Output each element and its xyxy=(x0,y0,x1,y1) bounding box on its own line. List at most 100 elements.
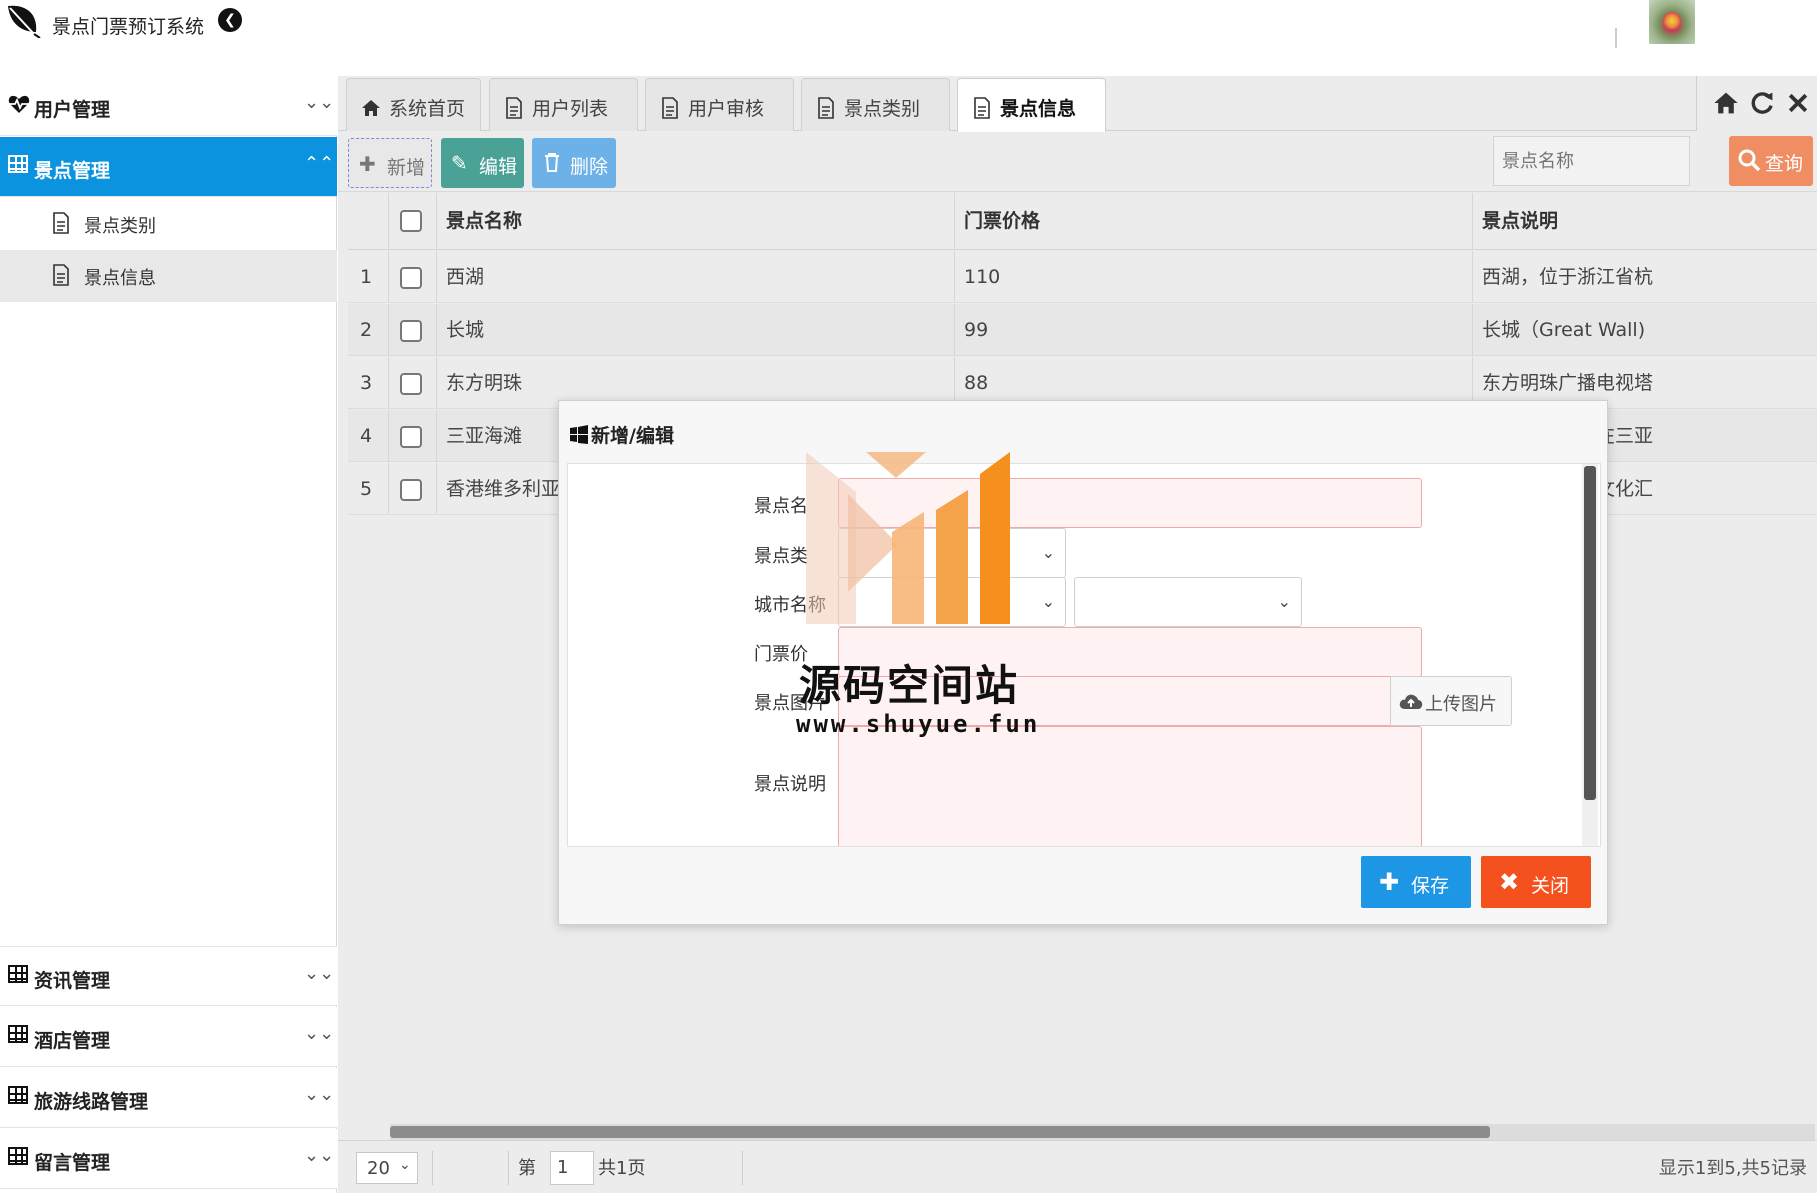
table-grid-icon xyxy=(8,965,28,983)
sidebar-collapse-icon[interactable]: ❮ xyxy=(218,8,242,32)
edit-dialog: 新增/编辑 景点名 景点类 ⌄ 城市名称 ⌄ ⌄ 门票价 景点图片 上传图片 景… xyxy=(558,400,1608,925)
home-icon[interactable] xyxy=(1713,90,1739,116)
watermark-text: 源码空间站 xyxy=(799,661,1020,710)
search-icon xyxy=(1738,149,1761,172)
pagination-bar: 20 ⌄ 第 1 共1页 显示1到5,共5记录 xyxy=(338,1140,1817,1193)
close-icon: ✖ xyxy=(1499,868,1520,896)
sidebar-group-news-management[interactable]: 资讯管理 ⌄⌄ xyxy=(0,946,337,1006)
upload-image-button[interactable]: 上传图片 xyxy=(1390,676,1512,726)
column-header-name[interactable]: 景点名称 xyxy=(446,193,522,249)
row-checkbox[interactable] xyxy=(400,426,422,448)
table-grid-icon xyxy=(8,155,28,173)
row-number: 3 xyxy=(360,372,373,394)
sidebar-group-label: 景点管理 xyxy=(34,160,111,182)
row-number: 1 xyxy=(360,266,373,288)
horizontal-scrollbar[interactable] xyxy=(390,1124,1815,1140)
page-number-input[interactable]: 1 xyxy=(550,1151,594,1185)
watermark-url: www.shuyue.fun xyxy=(796,710,1041,738)
dialog-title-text: 新增/编辑 xyxy=(591,425,674,447)
dialog-title: 新增/编辑 xyxy=(569,421,674,448)
city-select[interactable]: ⌄ xyxy=(1074,577,1302,627)
sidebar: 用户管理 ⌄⌄ 景点管理 ⌃⌃ 景点类别 景点信息 资讯管理 ⌄⌄ 酒店管理 ⌄… xyxy=(0,76,337,1193)
tab-home[interactable]: 系统首页 xyxy=(346,78,481,131)
add-button[interactable]: ✚ 新增 xyxy=(348,138,432,188)
tab-label: 景点类别 xyxy=(844,98,921,120)
dialog-form: 景点名 景点类 ⌄ 城市名称 ⌄ ⌄ 门票价 景点图片 上传图片 景点说明 xyxy=(567,463,1601,847)
sidebar-group-label: 资讯管理 xyxy=(34,970,111,992)
close-icon[interactable] xyxy=(1785,90,1811,116)
plus-icon: ✚ xyxy=(1379,868,1400,896)
save-button-label: 保存 xyxy=(1411,875,1450,897)
chevron-double-down-icon: ⌄⌄ xyxy=(304,1145,335,1166)
column-header-desc[interactable]: 景点说明 xyxy=(1482,193,1558,249)
row-number: 2 xyxy=(360,319,373,341)
tab-label: 用户审核 xyxy=(688,98,765,120)
chevron-down-icon: ⌄ xyxy=(399,1157,411,1173)
pencil-icon: ✎ xyxy=(451,151,468,175)
chevron-down-icon: ⌄ xyxy=(1041,592,1055,611)
edit-button[interactable]: ✎ 编辑 xyxy=(441,138,524,188)
search-input[interactable] xyxy=(1493,136,1690,186)
cell-name: 西湖 xyxy=(446,266,485,288)
close-button[interactable]: ✖ 关闭 xyxy=(1481,856,1591,908)
row-checkbox[interactable] xyxy=(400,373,422,395)
sidebar-group-label: 旅游线路管理 xyxy=(34,1091,149,1113)
row-number: 5 xyxy=(360,478,373,500)
document-icon xyxy=(506,97,522,119)
sidebar-item-label: 景点信息 xyxy=(84,268,156,289)
sidebar-item-scenic-category[interactable]: 景点类别 xyxy=(0,198,337,250)
sidebar-group-message-management[interactable]: 留言管理 ⌄⌄ xyxy=(0,1129,337,1189)
sidebar-group-scenic-management[interactable]: 景点管理 ⌃⌃ xyxy=(0,137,337,197)
row-checkbox[interactable] xyxy=(400,320,422,342)
cell-price: 99 xyxy=(964,319,989,341)
tab-user-list[interactable]: 用户列表 xyxy=(489,78,638,131)
sidebar-group-hotel-management[interactable]: 酒店管理 ⌄⌄ xyxy=(0,1007,337,1067)
sidebar-item-scenic-info[interactable]: 景点信息 xyxy=(0,250,337,302)
scenic-desc-textarea[interactable] xyxy=(838,726,1422,846)
tab-label: 系统首页 xyxy=(389,98,466,120)
tab-tools xyxy=(1696,76,1817,131)
row-checkbox[interactable] xyxy=(400,267,422,289)
delete-button[interactable]: 删除 xyxy=(532,138,616,188)
cell-name: 三亚海滩 xyxy=(446,425,523,447)
field-label-category: 景点类 xyxy=(754,546,808,567)
user-avatar[interactable] xyxy=(1649,0,1695,44)
scrollbar-thumb[interactable] xyxy=(1584,466,1596,800)
column-header-price[interactable]: 门票价格 xyxy=(964,193,1040,249)
field-label-name: 景点名 xyxy=(754,496,808,517)
cell-name: 长城 xyxy=(446,319,485,341)
sidebar-group-route-management[interactable]: 旅游线路管理 ⌄⌄ xyxy=(0,1068,337,1128)
refresh-icon[interactable] xyxy=(1749,90,1775,116)
cell-name: 香港维多利亚 xyxy=(446,478,561,500)
edit-button-label: 编辑 xyxy=(479,156,518,178)
search-button[interactable]: 查询 xyxy=(1729,136,1813,186)
table-row[interactable]: 1 西湖 110 西湖，位于浙江省杭 xyxy=(348,251,1817,303)
page-size-value: 20 xyxy=(367,1158,390,1179)
row-number: 4 xyxy=(360,425,373,447)
chevron-double-down-icon: ⌄⌄ xyxy=(304,963,335,984)
cloud-upload-icon xyxy=(1399,694,1423,709)
page-total: 共1页 xyxy=(598,1158,646,1179)
tab-scenic-info[interactable]: 景点信息 xyxy=(957,78,1106,133)
cell-desc: 长城（Great Wall) xyxy=(1482,319,1646,341)
sidebar-group-label: 用户管理 xyxy=(34,99,111,121)
page-size-select[interactable]: 20 ⌄ xyxy=(356,1152,418,1184)
table-grid-icon xyxy=(8,1147,28,1165)
cell-name: 东方明珠 xyxy=(446,372,523,394)
vertical-scrollbar[interactable] xyxy=(1582,464,1598,846)
leaf-logo-icon xyxy=(8,5,41,38)
tab-scenic-category[interactable]: 景点类别 xyxy=(801,78,950,131)
select-all-checkbox[interactable] xyxy=(400,210,422,232)
tab-user-review[interactable]: 用户审核 xyxy=(645,78,794,131)
sidebar-group-user-management[interactable]: 用户管理 ⌄⌄ xyxy=(0,76,337,136)
search-button-label: 查询 xyxy=(1765,153,1804,175)
table-row[interactable]: 2 长城 99 长城（Great Wall) xyxy=(348,304,1817,356)
table-grid-icon xyxy=(8,1086,28,1104)
add-button-label: 新增 xyxy=(387,157,426,179)
header-divider xyxy=(1615,28,1617,48)
cell-price: 110 xyxy=(964,266,1001,288)
scrollbar-thumb[interactable] xyxy=(390,1126,1490,1138)
save-button[interactable]: ✚ 保存 xyxy=(1361,856,1471,908)
grid-header: 景点名称 门票价格 景点说明 xyxy=(348,193,1817,250)
row-checkbox[interactable] xyxy=(400,479,422,501)
